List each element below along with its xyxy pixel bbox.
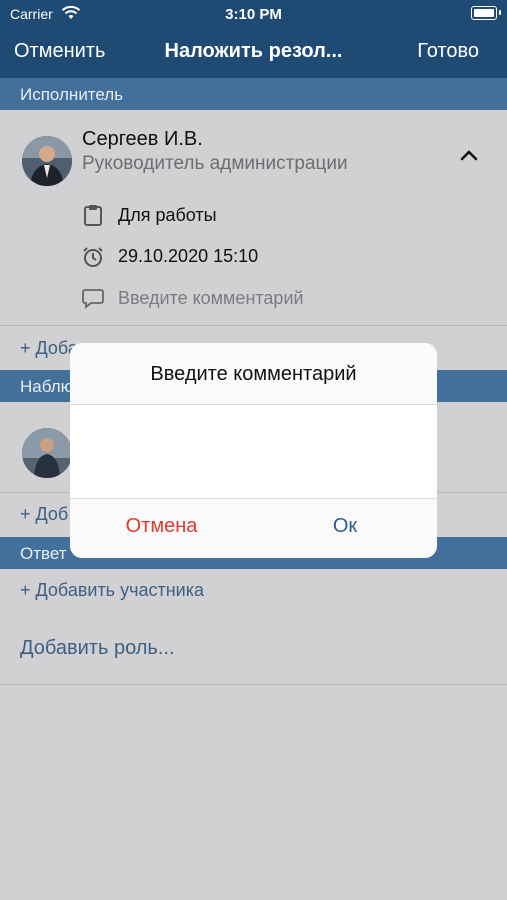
section-title: Ответ bbox=[20, 544, 67, 563]
comment-dialog: Введите комментарий Отмена Ок bbox=[70, 343, 437, 558]
dialog-cancel-button[interactable]: Отмена bbox=[70, 515, 253, 538]
section-title: Исполнитель bbox=[20, 85, 124, 104]
deadline-value[interactable]: 29.10.2020 15:10 bbox=[118, 246, 258, 267]
executor-card: Сергеев И.В. Руководитель администрации … bbox=[0, 110, 507, 325]
divider bbox=[0, 684, 507, 685]
clipboard-icon bbox=[84, 205, 102, 226]
section-title: Наблю bbox=[20, 377, 74, 396]
add-participant-link-observer[interactable]: + Доб bbox=[20, 504, 68, 525]
divider bbox=[0, 325, 507, 326]
add-role-link[interactable]: Добавить роль... bbox=[20, 637, 175, 660]
comment-field[interactable]: Введите комментарий bbox=[118, 288, 304, 309]
chevron-up-icon[interactable] bbox=[459, 148, 479, 162]
done-button[interactable]: Готово bbox=[417, 40, 479, 63]
purpose-label[interactable]: Для работы bbox=[118, 205, 217, 226]
dialog-title: Введите комментарий bbox=[150, 363, 357, 385]
comment-input[interactable] bbox=[70, 404, 437, 499]
avatar[interactable] bbox=[22, 136, 72, 186]
alarm-clock-icon bbox=[83, 247, 103, 267]
add-participant-link[interactable]: + Добавить участника bbox=[20, 580, 204, 601]
speech-bubble-icon bbox=[82, 289, 104, 309]
section-header-executor: Исполнитель bbox=[0, 78, 507, 110]
executor-name: Сергеев И.В. bbox=[82, 128, 203, 150]
executor-role: Руководитель администрации bbox=[82, 153, 348, 174]
status-bar: Carrier 3:10 PM bbox=[0, 0, 507, 28]
dialog-ok-button[interactable]: Ок bbox=[253, 515, 437, 538]
status-time: 3:10 PM bbox=[225, 6, 282, 23]
avatar[interactable] bbox=[22, 428, 72, 478]
nav-bar: Отменить Наложить резол... Готово bbox=[0, 30, 507, 74]
top-bar: Carrier 3:10 PM Отменить Наложить резол.… bbox=[0, 0, 507, 78]
battery-icon bbox=[471, 6, 501, 20]
